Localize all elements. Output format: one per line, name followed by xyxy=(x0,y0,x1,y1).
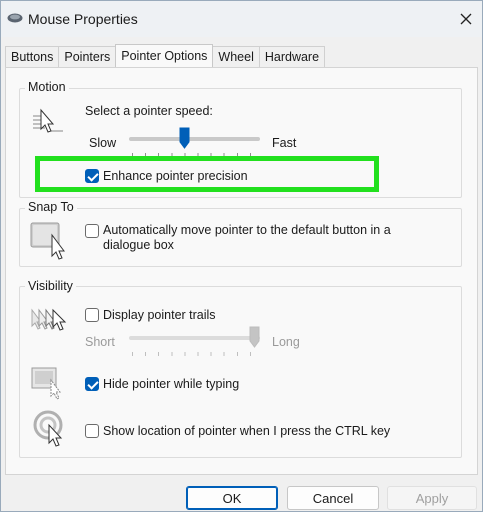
snap-to-label-line2: dialogue box xyxy=(103,238,174,252)
close-button[interactable] xyxy=(453,7,479,31)
trail-length-slider-track[interactable] xyxy=(129,336,260,340)
hide-pointer-typing-label: Hide pointer while typing xyxy=(103,377,240,391)
pointer-trails-icon xyxy=(31,308,67,331)
hide-pointer-typing-checkbox[interactable] xyxy=(85,377,99,391)
snap-to-group-label: Snap To xyxy=(25,200,77,214)
tab-buttons[interactable]: Buttons xyxy=(5,46,60,67)
title-bar: Mouse Properties xyxy=(1,1,482,37)
snap-to-label-line1: Automatically move pointer to the defaul… xyxy=(103,223,391,237)
visibility-group-label: Visibility xyxy=(25,279,76,293)
cancel-button[interactable]: Cancel xyxy=(287,486,379,510)
show-location-icon xyxy=(33,410,63,447)
hide-pointer-icon xyxy=(31,367,61,400)
ok-button[interactable]: OK xyxy=(186,486,278,510)
tab-strip: Buttons Pointers Pointer Options Wheel H… xyxy=(5,44,326,67)
pointer-trails-checkbox[interactable] xyxy=(85,308,99,322)
mouse-properties-window: Mouse Properties Buttons Pointers Pointe… xyxy=(0,0,483,512)
trail-long-label: Long xyxy=(272,335,300,349)
tab-hardware[interactable]: Hardware xyxy=(258,46,326,67)
slow-label: Slow xyxy=(89,136,117,150)
tab-pointer-options[interactable]: Pointer Options xyxy=(115,44,214,67)
tab-pointers[interactable]: Pointers xyxy=(58,46,117,67)
trail-short-label: Short xyxy=(85,335,115,349)
show-location-checkbox[interactable] xyxy=(85,424,99,438)
pointer-speed-icon xyxy=(33,108,63,133)
pointer-speed-slider-track[interactable] xyxy=(129,137,260,141)
close-icon xyxy=(460,13,472,25)
trail-length-slider-thumb[interactable] xyxy=(249,326,260,348)
snap-to-checkbox[interactable] xyxy=(85,224,99,238)
show-location-label: Show location of pointer when I press th… xyxy=(103,424,391,438)
enhance-precision-highlight xyxy=(35,156,379,192)
tab-wheel[interactable]: Wheel xyxy=(212,46,260,67)
trail-length-ticks xyxy=(132,352,260,356)
motion-group-label: Motion xyxy=(25,80,69,94)
window-title: Mouse Properties xyxy=(28,11,138,27)
fast-label: Fast xyxy=(272,136,297,150)
apply-button[interactable]: Apply xyxy=(387,486,477,510)
pointer-trails-label: Display pointer trails xyxy=(103,308,216,322)
mouse-icon xyxy=(7,13,23,23)
pointer-speed-label: Select a pointer speed: xyxy=(85,104,213,118)
pointer-speed-slider-thumb[interactable] xyxy=(179,127,190,149)
snap-to-icon xyxy=(30,222,65,260)
